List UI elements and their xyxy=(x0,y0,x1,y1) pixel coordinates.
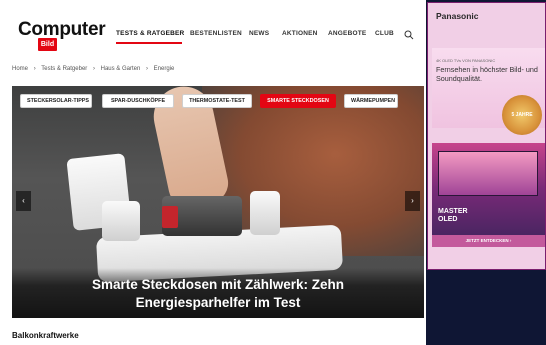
advertisement-banner[interactable]: Panasonic 4K OLED TVs VON PANASONIC Fern… xyxy=(427,2,546,270)
breadcrumb-tests-ratgeber[interactable]: Tests & Ratgeber xyxy=(41,66,87,72)
hero-image-plug-accent xyxy=(162,206,178,228)
ad-tv-screen xyxy=(438,151,538,196)
chip-waermepumpen[interactable]: WÄRMEPUMPEN xyxy=(344,94,398,108)
carousel-next-button[interactable]: › xyxy=(405,191,420,211)
main-page: Computer Bild TESTS & RATGEBER BESTENLIS… xyxy=(0,0,426,345)
ad-headline: Fernsehen in höchster Bild- und Soundqua… xyxy=(436,65,538,83)
section-heading: Balkonkraftwerke xyxy=(12,331,79,340)
hero-title-line-2: Energiesparhelfer im Test xyxy=(135,295,301,310)
nav-club[interactable]: CLUB xyxy=(375,30,394,37)
ad-cta-button[interactable]: JETZT ENTDECKEN › xyxy=(432,235,545,247)
hero-title[interactable]: Smarte Steckdosen mit Zählwerk: Zehn Ene… xyxy=(12,276,424,312)
chip-smarte-steckdosen[interactable]: SMARTE STECKDOSEN xyxy=(260,94,336,108)
breadcrumb-separator: › xyxy=(33,66,36,72)
ad-brand-logo: Panasonic xyxy=(436,11,479,21)
ad-oled-label: MASTER OLED xyxy=(438,208,468,224)
nav-tests-ratgeber[interactable]: TESTS & RATGEBER xyxy=(116,30,184,37)
nav-bestenlisten[interactable]: BESTENLISTEN xyxy=(190,30,242,37)
search-icon[interactable] xyxy=(404,27,414,45)
hero-image-smart-plug xyxy=(102,201,140,241)
chip-spar-duschkoepfe[interactable]: SPAR-DUSCHKÖPFE xyxy=(102,94,174,108)
breadcrumb-separator: › xyxy=(145,66,148,72)
breadcrumb-energie[interactable]: Energie xyxy=(154,66,175,72)
hero-image-smart-plug xyxy=(250,191,280,235)
carousel-prev-button[interactable]: ‹ xyxy=(16,191,31,211)
nav-news[interactable]: NEWS xyxy=(249,30,269,37)
ad-warranty-badge: 5 JAHRE GARANTIE xyxy=(502,95,542,158)
chip-steckersolar-tipps[interactable]: STECKERSOLAR-TIPPS xyxy=(20,94,92,108)
nav-aktionen[interactable]: AKTIONEN xyxy=(282,30,318,37)
nav-active-indicator xyxy=(116,42,182,44)
main-nav: TESTS & RATGEBER BESTENLISTEN NEWS AKTIO… xyxy=(0,30,426,44)
breadcrumb: Home › Tests & Ratgeber › Haus & Garten … xyxy=(12,66,178,72)
site-header: Computer Bild TESTS & RATGEBER BESTENLIS… xyxy=(0,0,426,52)
hero-teaser[interactable]: STECKERSOLAR-TIPPS SPAR-DUSCHKÖPFE THERM… xyxy=(12,86,424,318)
nav-angebote[interactable]: ANGEBOTE xyxy=(328,30,366,37)
ad-oled-line-2: OLED xyxy=(438,216,458,223)
hero-title-line-1: Smarte Steckdosen mit Zählwerk: Zehn xyxy=(91,277,345,292)
ad-oled-line-1: MASTER xyxy=(438,208,468,215)
ad-eyebrow: 4K OLED TVs VON PANASONIC xyxy=(436,58,496,63)
breadcrumb-separator: › xyxy=(92,66,95,72)
breadcrumb-home[interactable]: Home xyxy=(12,66,28,72)
breadcrumb-haus-garten[interactable]: Haus & Garten xyxy=(101,66,141,72)
chip-thermostate-test[interactable]: THERMOSTATE-TEST xyxy=(182,94,252,108)
